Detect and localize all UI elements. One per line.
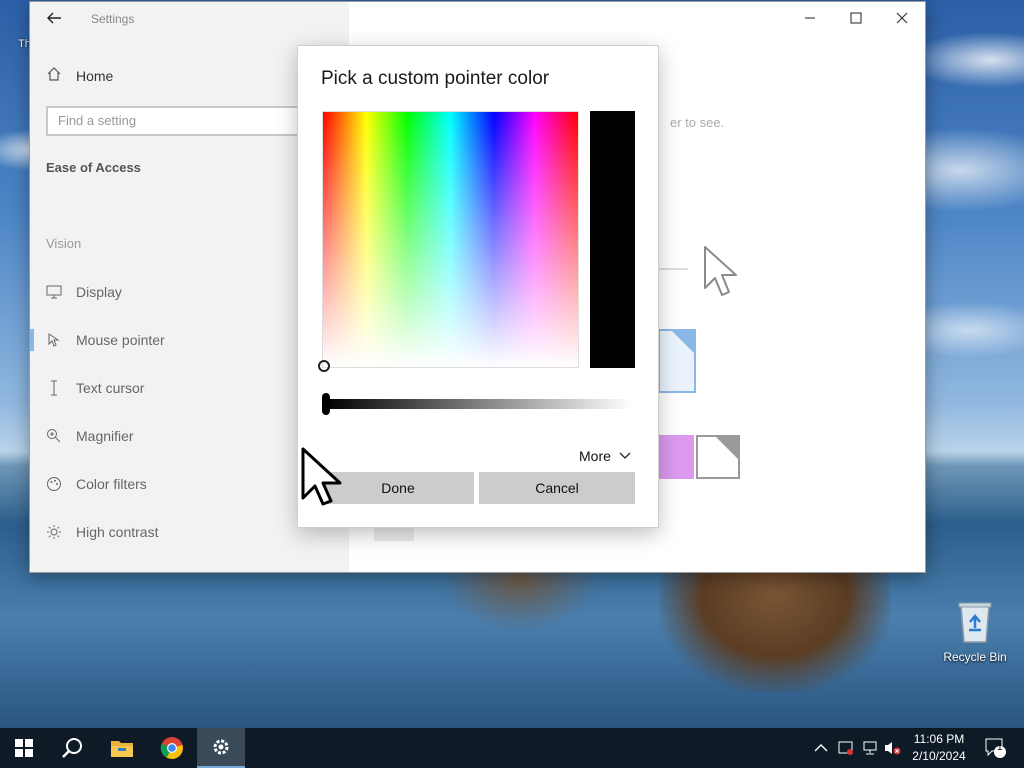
notifications-button[interactable]: 1 [984,728,1008,768]
file-explorer-button[interactable] [98,728,146,768]
sidebar-item-high-contrast[interactable]: High contrast [46,524,158,540]
settings-taskbar-button[interactable] [197,728,245,768]
search-button[interactable] [48,728,96,768]
recycle-bin[interactable]: Recycle Bin [940,600,1010,664]
network-icon [863,741,877,755]
active-indicator [30,329,34,351]
display-icon [46,284,62,300]
sidebar-item-magnifier[interactable]: Magnifier [46,428,134,444]
magnifier-icon [46,428,62,444]
close-icon [896,12,908,24]
search-input[interactable]: Find a setting [46,106,332,136]
pointer-hint-text: er to see. [670,115,725,130]
home-icon [46,66,62,85]
spectrum-handle[interactable] [318,360,330,372]
chevron-up-icon [814,744,828,752]
sidebar-item-color-filters[interactable]: Color filters [46,476,147,492]
settings-icon [213,739,229,755]
network-tray[interactable] [862,728,880,768]
notification-count: 1 [997,742,1003,753]
security-tray[interactable] [838,728,854,768]
cancel-button[interactable]: Cancel [479,472,635,504]
color-spectrum[interactable] [318,111,579,372]
mouse-pointer-icon [46,332,62,348]
window-title: Settings [91,12,135,26]
done-button[interactable]: Done [322,472,474,504]
clock-time: 11:06 PM [913,732,965,746]
section-title: Ease of Access [46,160,141,175]
minimize-button[interactable] [787,2,833,34]
chrome-button[interactable] [148,728,196,768]
color-preview [590,111,635,368]
color-filters-icon [46,476,62,492]
size-slider-track[interactable] [658,268,688,270]
check-icon [716,437,738,459]
recycle-bin-icon [957,600,993,644]
clock[interactable]: 11:06 PM 2/10/2024 [904,731,974,765]
mouse-cursor-icon [301,447,342,506]
group-label-vision: Vision [46,236,82,251]
sidebar-item-display[interactable]: Display [46,284,122,300]
sidebar-item-text-cursor[interactable]: Text cursor [46,380,144,396]
start-icon [15,739,33,757]
sidebar-item-mouse-pointer[interactable]: Mouse pointer [46,332,165,348]
more-button[interactable]: More [579,448,631,464]
volume-muted-icon [885,742,901,755]
chevron-down-icon [619,452,631,459]
selected-check-icon [672,331,694,353]
sidebar-item-label: Color filters [76,476,147,492]
chrome-icon [160,737,183,759]
sidebar-item-label: High contrast [76,524,159,540]
value-slider[interactable] [322,393,632,415]
clock-date: 2/10/2024 [912,749,966,763]
sidebar-item-label: Magnifier [76,428,134,444]
taskbar: 11:06 PM 2/10/2024 1 [0,728,1024,768]
custom-color-dialog: Pick a custom pointer color More Done Ca… [297,45,659,528]
value-slider-thumb[interactable] [322,393,330,415]
maximize-icon [850,12,862,24]
pick-custom-color-button[interactable] [696,435,740,479]
window-controls [787,2,925,34]
wallpaper-rock-small [440,572,600,632]
back-arrow-icon[interactable] [46,10,62,26]
dialog-title: Pick a custom pointer color [321,68,550,89]
close-button[interactable] [879,2,925,34]
high-contrast-icon [46,524,62,540]
minimize-icon [805,17,815,19]
nav-home-label: Home [76,67,114,84]
pointer-preview-cursor [704,246,737,296]
notification-icon [985,738,1006,758]
file-explorer-icon [111,741,133,757]
custom-color-swatch[interactable] [658,435,694,479]
show-hidden-icons[interactable] [814,728,828,768]
security-alert-icon [838,741,853,755]
volume-tray[interactable] [884,728,902,768]
wallpaper-rock [660,572,890,692]
sidebar-item-label: Text cursor [76,380,145,396]
nav-home[interactable]: Home [46,66,113,85]
more-label: More [579,448,611,464]
sidebar-item-label: Mouse pointer [76,332,165,348]
maximize-button[interactable] [833,2,879,34]
sidebar-item-label: Display [76,284,122,300]
search-icon [62,738,82,758]
recycle-bin-label: Recycle Bin [943,650,1007,664]
start-button[interactable] [0,728,48,768]
pointer-color-option-inverted[interactable] [658,329,696,393]
text-cursor-icon [46,380,62,396]
